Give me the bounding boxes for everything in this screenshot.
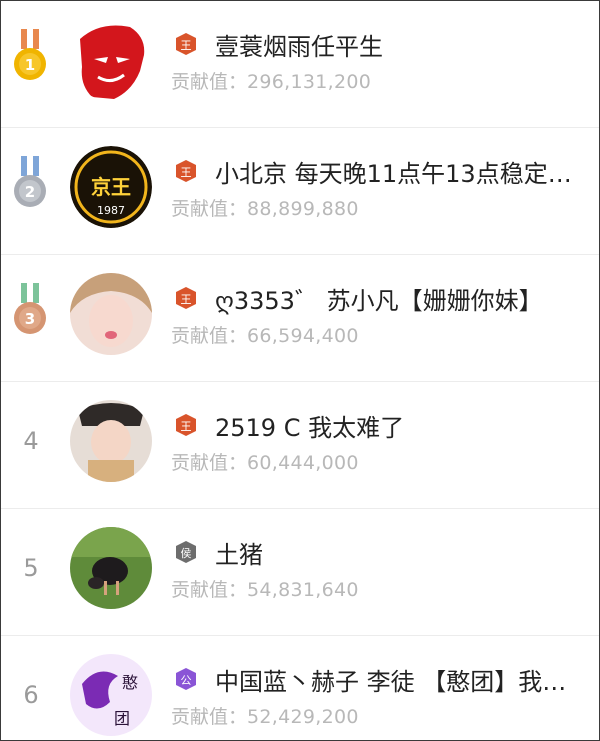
rank-number: 2 — [25, 183, 35, 201]
silver-medal-icon: 2 — [14, 156, 46, 207]
svg-text:公: 公 — [181, 674, 192, 687]
rank-badge-icon: 王 — [176, 160, 196, 182]
list-item[interactable]: 4 王 2519 C 我太难了 贡献值：60,444,000 — [1, 382, 599, 509]
contribution-value: 296,131,200 — [247, 71, 372, 93]
rank-badge-icon: 王 — [176, 33, 196, 55]
user-name: 土猪 — [215, 541, 263, 569]
rank-badge-icon: 王 — [176, 287, 196, 309]
avatar-text: 京王 — [91, 175, 131, 199]
contribution: 贡献值：54,831,640 — [171, 575, 359, 602]
list-item[interactable]: 2 京王 1987 王 小北京 每天晚11点午13点稳定… 贡献值：88,899… — [1, 128, 599, 255]
list-item[interactable]: 5 侯 土猪 贡献值：54,831,640 — [1, 509, 599, 636]
avatar[interactable] — [70, 19, 152, 101]
contribution-label: 贡献值： — [171, 452, 248, 474]
svg-text:王: 王 — [181, 293, 192, 306]
rank-number: 3 — [25, 310, 35, 328]
contribution-value: 54,831,640 — [247, 579, 359, 601]
list-item[interactable]: 6 憨 团 公 中国蓝丶赫子 李徒 【憨团】我… 贡献值：52,429,200 — [1, 636, 599, 740]
svg-text:侯: 侯 — [181, 546, 192, 560]
contribution-label: 贡献值： — [171, 706, 248, 728]
svg-text:王: 王 — [181, 420, 192, 433]
avatar[interactable] — [70, 527, 152, 609]
bronze-medal-icon: 3 — [14, 283, 46, 334]
avatar[interactable]: 憨 团 — [70, 654, 152, 736]
ranking-list: 1 王 壹蓑烟雨任平生 贡献值：296,131,200 2 京王 1987 王 … — [0, 0, 600, 741]
svg-text:王: 王 — [181, 166, 192, 179]
contribution-value: 88,899,880 — [247, 198, 359, 220]
avatar-text: 1987 — [97, 204, 125, 217]
rank-number: 5 — [23, 554, 39, 582]
contribution-label: 贡献值： — [171, 325, 248, 347]
rank-badge-icon: 王 — [176, 414, 196, 436]
user-name: 小北京 每天晚11点午13点稳定… — [215, 160, 572, 188]
contribution-label: 贡献值： — [171, 198, 248, 220]
user-name: 中国蓝丶赫子 李徒 【憨团】我… — [215, 668, 567, 696]
list-item[interactable]: 3 王 ღ3353゛ 苏小凡【姗姗你妹】 贡献值：66,594,400 — [1, 255, 599, 382]
contribution-label: 贡献值： — [171, 579, 248, 601]
rank-number: 1 — [25, 56, 35, 74]
avatar-text: 团 — [114, 709, 130, 728]
user-name: 壹蓑烟雨任平生 — [215, 33, 383, 61]
avatar[interactable] — [70, 273, 152, 355]
contribution-label: 贡献值： — [171, 71, 248, 93]
avatar[interactable] — [70, 400, 152, 482]
contribution-value: 52,429,200 — [247, 706, 359, 728]
contribution: 贡献值：60,444,000 — [171, 448, 359, 475]
rank-badge-icon: 公 — [176, 668, 196, 690]
avatar-text: 憨 — [122, 673, 138, 692]
rank-number: 4 — [23, 427, 39, 455]
list-item[interactable]: 1 王 壹蓑烟雨任平生 贡献值：296,131,200 — [1, 1, 599, 128]
avatar[interactable]: 京王 1987 — [70, 146, 152, 228]
rank-badge-icon: 侯 — [176, 541, 196, 563]
contribution: 贡献值：296,131,200 — [171, 67, 371, 94]
user-name: ღ3353゛ 苏小凡【姗姗你妹】 — [215, 287, 543, 315]
rank-number: 6 — [23, 681, 39, 709]
gold-medal-icon: 1 — [14, 29, 46, 80]
contribution-value: 60,444,000 — [247, 452, 359, 474]
contribution: 贡献值：66,594,400 — [171, 321, 359, 348]
svg-text:王: 王 — [181, 39, 192, 52]
contribution: 贡献值：52,429,200 — [171, 702, 359, 729]
contribution: 贡献值：88,899,880 — [171, 194, 359, 221]
user-name: 2519 C 我太难了 — [215, 414, 405, 442]
contribution-value: 66,594,400 — [247, 325, 359, 347]
